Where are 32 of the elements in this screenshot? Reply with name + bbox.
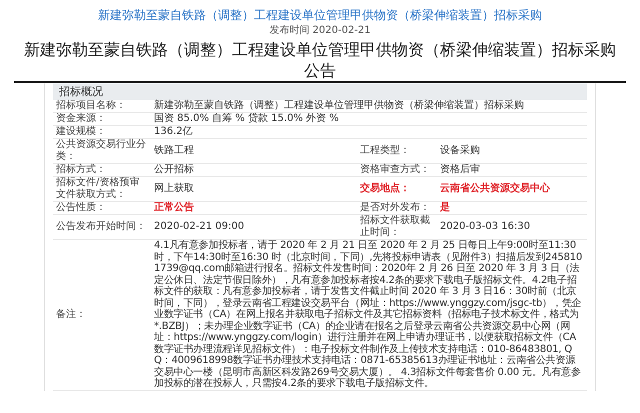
field-value: 正常公告 bbox=[151, 202, 357, 214]
field-label: 是否对外发布： bbox=[356, 202, 437, 214]
field-value: 铁路工程 bbox=[151, 138, 357, 164]
field-value: 国资 85.0% 自筹 % 贷款 15.0% 外资 % bbox=[151, 112, 587, 126]
field-value: 资格后审 bbox=[436, 164, 587, 176]
page-title: 新建弥勒至蒙自铁路（调整）工程建设单位管理甲供物资（桥梁伸缩装置）招标采购 bbox=[97, 7, 543, 23]
field-label: 招标方式： bbox=[53, 164, 151, 176]
field-value: 新建弥勒至蒙自铁路（调整）工程建设单位管理甲供物资（桥梁伸缩装置）招标采购 bbox=[151, 100, 587, 112]
section-header: 招标概况 bbox=[53, 83, 587, 100]
field-label: 招标文件获取截止时间： bbox=[356, 214, 437, 240]
field-value: 设备采购 bbox=[436, 138, 587, 164]
field-label: 工程类型： bbox=[356, 138, 437, 164]
field-label: 招标项目名称： bbox=[53, 100, 151, 112]
field-value: 是 bbox=[436, 202, 587, 214]
field-label: 公告性质： bbox=[53, 202, 151, 214]
field-label: 资格审查方式： bbox=[356, 164, 437, 176]
field-value: 公开招标 bbox=[151, 164, 357, 176]
field-value: 4.1凡有意参加投标者，请于 2020 年 2 月 21 日至 2020 年 2 月 25 日每日上午9:00时至11:30时，下午14:30时至16:30 时（北京时间，下同）,先将投标申请表（见附件3）扫描后发到2458101739@qq.com邮箱进行报名。招标文件发售时间：2020年 2 月 26 日至 2020 年 3 月 3 日（法定公休日、法定节假日除外），凡有意参加投标者按4.2条的要求下载电子版招标文件。4.2电子招标文件的获取：凡有意参加投标者，请于发售文件截止时间 2020 年 3 月 3 日16：30时前（北京时间，下同），登录云南省工程建设交易平台（网址：https://www.ynggzy.com/jsgc-tb），凭企业数字证书（CA）在网上报名并获取电子招标文件及其它招标资料（招标电子技术标文件，格式为*.BZBJ）；未办理企业数字证书（CA）的企业请在报名之后登录云南省公共资源交易中心网（网址：https://www.ynggzy.com/login）进行注册并在网上申请办理证书，以便获取招标文件（CA数字证书办理流程详见招标文件）：电子投标文件制作及上传技术支持电话：010-86483801, QQ：4009618998数字证书办理技术支持电话：0871-65385613办理证书地址：云南省公共资源交易中心一楼（昆明市高新区科发路269号交易大厦）。 4.3招标文件每套售价 0.00 元。凡有意参加投标的潜在投标人，只需按4.2条的要求下载电子版招标文件。 bbox=[151, 240, 587, 390]
field-label: 交易地点： bbox=[356, 176, 437, 202]
field-label: 备注： bbox=[53, 240, 151, 390]
field-value: 136.2亿 bbox=[151, 126, 587, 138]
field-label: 公告发布开始时间： bbox=[53, 214, 151, 240]
field-label: 公共资源交易行业分类： bbox=[53, 138, 151, 164]
field-value: 2020-03-03 16:30 bbox=[436, 214, 587, 240]
notice-title: 新建弥勒至蒙自铁路（调整）工程建设单位管理甲供物资（桥梁伸缩装置）招标采购公告 bbox=[23, 39, 617, 81]
field-label: 招标文件/资格预审文件获取方式： bbox=[53, 176, 151, 202]
field-value: 云南省公共资源交易中心 bbox=[436, 176, 587, 202]
field-label: 建设规模： bbox=[53, 126, 151, 138]
field-value: 网上获取 bbox=[151, 176, 357, 202]
field-label: 资金来源： bbox=[53, 112, 151, 126]
publish-time: 发布时间 2020-02-21 bbox=[268, 25, 372, 36]
field-value: 2020-02-21 09:00 bbox=[151, 214, 357, 240]
